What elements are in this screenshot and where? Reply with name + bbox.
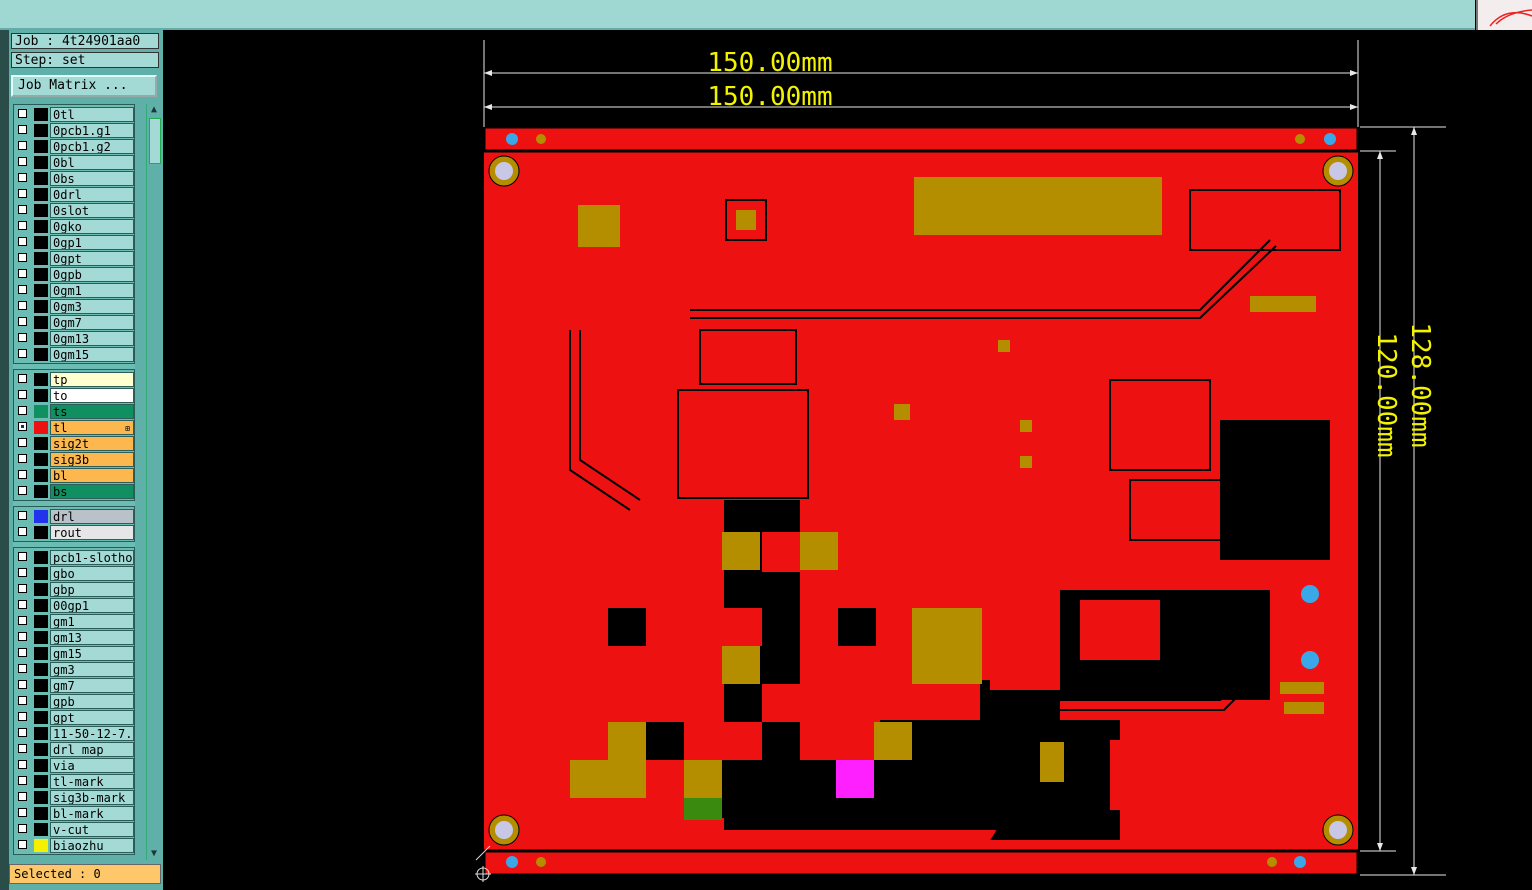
width-dimension-inner: 150.00mm bbox=[707, 82, 832, 112]
highlight-pad bbox=[836, 760, 874, 798]
height-dimension-inner: 120.00mm bbox=[1371, 332, 1401, 457]
pcb-view[interactable]: 150.00mm 150.00mm 128.00mm 120.00mm bbox=[0, 0, 1532, 890]
height-dimension-outer: 128.00mm bbox=[1405, 322, 1435, 447]
width-dimension-top: 150.00mm bbox=[707, 48, 832, 78]
